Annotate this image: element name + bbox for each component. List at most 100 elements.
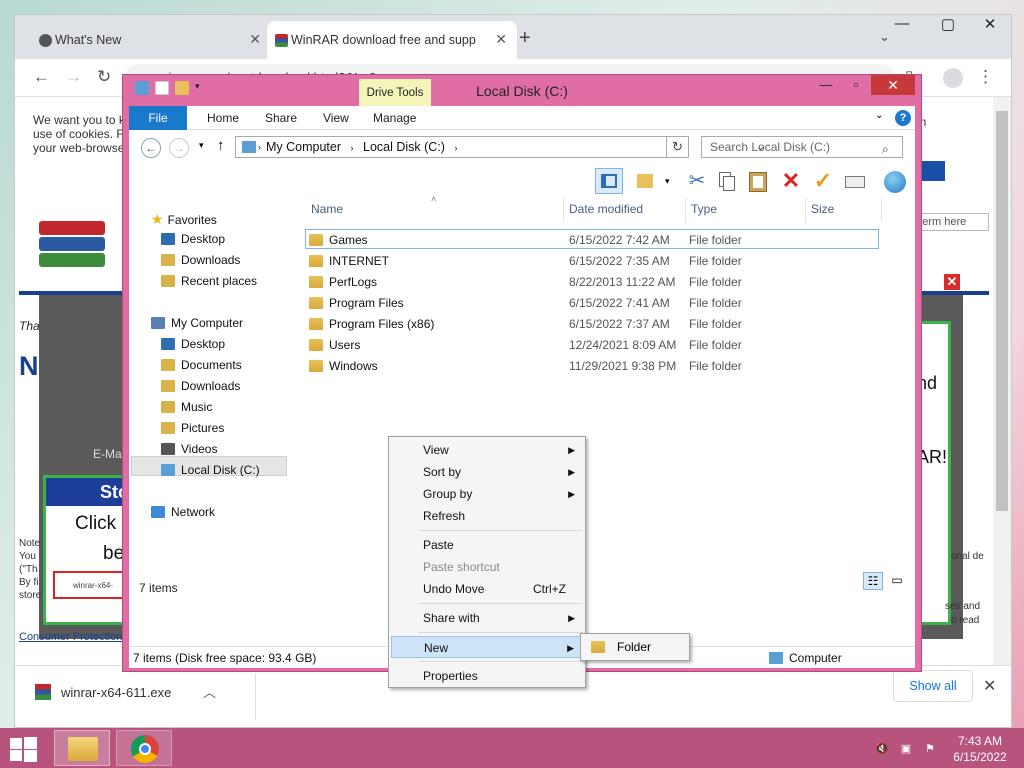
column-date-modified[interactable]: Date modified xyxy=(569,202,643,216)
tab-manage[interactable]: Manage xyxy=(373,111,416,125)
back-icon[interactable]: ← xyxy=(141,138,161,158)
chevron-up-icon[interactable]: ︿ xyxy=(203,685,216,700)
help-icon[interactable]: ? xyxy=(895,110,911,126)
menu-item-view[interactable]: View ▶ xyxy=(391,439,583,461)
network-globe-icon[interactable] xyxy=(881,168,909,194)
windows-start-icon[interactable] xyxy=(8,736,38,762)
close-icon[interactable]: ✕ xyxy=(871,75,915,95)
avatar[interactable] xyxy=(943,68,963,88)
show-all-button[interactable]: Show all xyxy=(893,670,973,702)
nav-music[interactable]: Music xyxy=(161,400,212,414)
back-icon[interactable]: ← xyxy=(33,67,50,87)
table-row[interactable]: Windows 11/29/2021 9:38 PM File folder xyxy=(307,356,867,377)
nav-videos[interactable]: Videos xyxy=(161,442,217,456)
breadcrumb-arrow-icon[interactable]: › xyxy=(351,143,354,153)
table-row[interactable]: INTERNET 6/15/2022 7:35 AM File folder xyxy=(307,251,867,272)
cut-icon[interactable]: ✂ xyxy=(683,168,711,194)
breadcrumb-arrow-icon[interactable]: › xyxy=(258,137,261,157)
action-center-icon[interactable]: ⚑ xyxy=(922,742,938,756)
clock-date[interactable]: 6/15/2022 xyxy=(948,750,1012,764)
download-file-link[interactable]: winrar-x64- xyxy=(53,571,133,599)
menu-item-group-by[interactable]: Group by ▶ xyxy=(391,483,583,505)
maximize-icon[interactable]: ▢ xyxy=(927,15,969,33)
table-row[interactable]: PerfLogs 8/22/2013 11:22 AM File folder xyxy=(307,272,867,293)
scroll-thumb[interactable] xyxy=(996,111,1008,511)
download-item[interactable]: winrar-x64-611.exe ︿ xyxy=(35,682,216,701)
taskbar-chrome[interactable] xyxy=(116,730,172,766)
column-size[interactable]: Size xyxy=(811,202,834,216)
nav-recent-places[interactable]: Recent places xyxy=(161,274,257,288)
menu-icon[interactable]: ⋮ xyxy=(977,67,994,87)
address-bar[interactable]: › My Computer › Local Disk (C:) › ⌄ xyxy=(235,136,765,158)
delete-icon[interactable]: ✕ xyxy=(777,168,805,194)
table-row[interactable]: Program Files 6/15/2022 7:41 AM File fol… xyxy=(307,293,867,314)
page-scrollbar[interactable] xyxy=(993,97,1011,665)
menu-item-refresh[interactable]: Refresh xyxy=(391,505,583,527)
column-divider[interactable] xyxy=(563,198,564,222)
tab-share[interactable]: Share xyxy=(265,111,297,125)
nav-downloads[interactable]: Downloads xyxy=(161,253,240,267)
close-overlay-icon[interactable]: ✕ xyxy=(943,273,961,291)
table-row[interactable]: Games 6/15/2022 7:42 AM File folder xyxy=(307,230,867,251)
expand-ribbon-icon[interactable]: ⌄ xyxy=(875,110,883,121)
column-divider[interactable] xyxy=(685,198,686,222)
nav-local-disk[interactable]: Local Disk (C:) xyxy=(161,463,260,477)
recent-locations-icon[interactable]: ▾ xyxy=(199,140,204,151)
nav-pictures[interactable]: Pictures xyxy=(161,421,224,435)
breadcrumb-arrow-icon[interactable]: › xyxy=(454,143,457,153)
refresh-icon[interactable]: ↻ xyxy=(667,136,689,158)
close-tab-icon[interactable]: ✕ xyxy=(249,31,261,48)
nav-network[interactable]: Network xyxy=(151,505,215,519)
breadcrumb-my-computer[interactable]: My Computer xyxy=(266,140,341,154)
taskbar-file-explorer[interactable] xyxy=(54,730,110,766)
maximize-icon[interactable]: ▫ xyxy=(841,75,871,95)
select-dropdown-icon[interactable]: ▾ xyxy=(665,176,670,187)
paste-icon[interactable] xyxy=(745,168,773,194)
rename-icon[interactable]: ✓ xyxy=(809,168,837,194)
up-icon[interactable]: ↑ xyxy=(217,137,225,154)
nav-downloads-2[interactable]: Downloads xyxy=(161,379,240,393)
tab-whats-new[interactable]: What's New ✕ xyxy=(31,21,271,59)
menu-item-properties[interactable]: Properties xyxy=(391,665,583,687)
menu-item-share-with[interactable]: Share with ▶ xyxy=(391,607,583,629)
minimize-icon[interactable]: — xyxy=(811,75,841,95)
column-name[interactable]: Name xyxy=(311,202,343,216)
details-view-icon[interactable]: ☷ xyxy=(863,572,883,590)
tab-file[interactable]: File xyxy=(129,106,187,130)
select-icon[interactable] xyxy=(633,168,661,194)
consumer-protection-link[interactable]: Consumer Protection xyxy=(19,631,122,643)
menu-item-undo-move[interactable]: Undo Move Ctrl+Z xyxy=(391,578,583,600)
menu-item-paste[interactable]: Paste xyxy=(391,534,583,556)
submenu-item-folder[interactable]: Folder xyxy=(583,636,687,658)
table-row[interactable]: Program Files (x86) 6/15/2022 7:37 AM Fi… xyxy=(307,314,867,335)
nav-desktop[interactable]: Desktop xyxy=(161,232,225,246)
column-divider[interactable] xyxy=(881,198,882,222)
clock-time[interactable]: 7:43 AM xyxy=(948,734,1012,748)
close-icon[interactable]: ✕ xyxy=(969,15,1011,33)
nav-my-computer[interactable]: My Computer xyxy=(151,316,243,330)
forward-icon[interactable]: → xyxy=(65,67,82,87)
forward-icon[interactable]: → xyxy=(169,138,189,158)
large-icons-view-icon[interactable]: ▭ xyxy=(887,572,907,590)
menu-item-sort-by[interactable]: Sort by ▶ xyxy=(391,461,583,483)
new-tab-icon[interactable]: + xyxy=(519,27,531,50)
volume-muted-icon[interactable]: 🔇 xyxy=(874,742,890,756)
preview-pane-icon[interactable] xyxy=(595,168,623,194)
tab-view[interactable]: View xyxy=(323,111,349,125)
table-row[interactable]: Users 12/24/2021 8:09 AM File folder xyxy=(307,335,867,356)
close-tab-icon[interactable]: ✕ xyxy=(495,31,507,48)
nav-desktop-2[interactable]: Desktop xyxy=(161,337,225,351)
minimize-icon[interactable]: — xyxy=(881,15,923,32)
reload-icon[interactable]: ↻ xyxy=(97,67,111,87)
nav-favorites[interactable]: ★ Favorites xyxy=(151,211,217,228)
properties-icon[interactable] xyxy=(841,168,869,194)
menu-item-new[interactable]: New ▶ xyxy=(391,636,583,658)
tab-winrar[interactable]: WinRAR download free and supp ✕ xyxy=(267,21,517,59)
search-icon[interactable]: ⌕ xyxy=(882,139,889,159)
search-input[interactable]: Search Local Disk (C:) ⌕ xyxy=(701,136,903,158)
copy-icon[interactable] xyxy=(713,168,741,194)
network-icon[interactable]: ▣ xyxy=(898,742,914,756)
breadcrumb-local-disk[interactable]: Local Disk (C:) xyxy=(363,140,445,154)
close-download-bar-icon[interactable]: ✕ xyxy=(983,676,996,696)
column-type[interactable]: Type xyxy=(691,202,717,216)
